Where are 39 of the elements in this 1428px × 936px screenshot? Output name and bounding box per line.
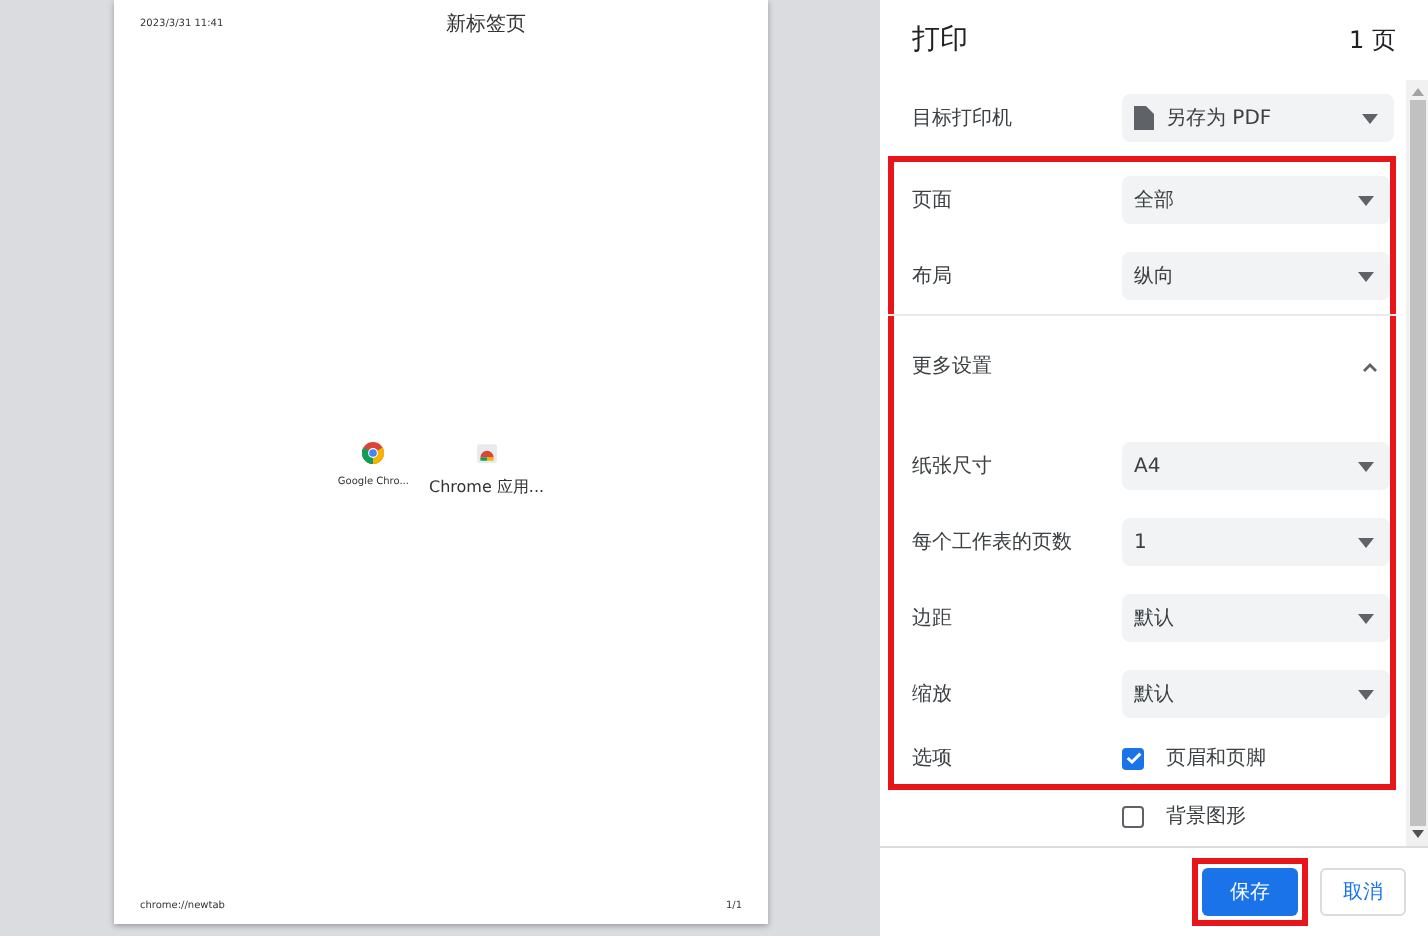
setting-select[interactable]: 另存为 PDF: [1122, 94, 1394, 142]
app-label: Chrome 应用...: [429, 475, 545, 497]
checkbox-label: 背景图形: [1166, 803, 1246, 830]
setting-select[interactable]: 1: [1122, 518, 1390, 566]
setting-label: 缩放: [912, 681, 954, 708]
page-count: 1 页: [1349, 23, 1396, 57]
cancel-button[interactable]: 取消: [1320, 868, 1406, 916]
checkbox-label: 页眉和页脚: [1166, 745, 1266, 772]
setting-select[interactable]: 默认: [1122, 670, 1390, 718]
dropdown-caret-icon: [1358, 613, 1374, 623]
more-settings-toggle[interactable]: 更多设置: [912, 352, 1122, 380]
dropdown-caret-icon: [1362, 113, 1378, 123]
checkbox[interactable]: [1122, 747, 1144, 769]
setting-label: 边距: [912, 605, 954, 632]
header-title: 新标签页: [446, 11, 526, 38]
save-button[interactable]: 保存: [1202, 868, 1298, 916]
setting-label: 布局: [912, 264, 954, 290]
setting-select[interactable]: 默认: [1122, 594, 1390, 642]
dropdown-caret-icon: [1358, 461, 1374, 471]
setting-label: 选项: [912, 745, 954, 772]
scroll-down-icon[interactable]: [1411, 830, 1423, 838]
print-title: 打印: [912, 22, 968, 58]
dropdown-caret-icon: [1358, 537, 1374, 547]
setting-select[interactable]: A4: [1122, 442, 1390, 490]
document-icon: [1134, 106, 1154, 130]
setting-label: 纸张尺寸: [912, 453, 994, 480]
chevron-up-icon[interactable]: [1362, 361, 1378, 371]
dropdown-caret-icon: [1358, 689, 1374, 699]
checkbox[interactable]: [1122, 805, 1144, 827]
setting-select[interactable]: 纵向: [1122, 252, 1390, 300]
setting-select[interactable]: 全部: [1122, 176, 1390, 224]
dropdown-caret-icon: [1358, 271, 1374, 281]
dropdown-caret-icon: [1358, 195, 1374, 205]
chrome-logo-icon: [362, 441, 385, 463]
web-store-icon: [475, 441, 498, 463]
scrollbar[interactable]: [1406, 80, 1428, 846]
setting-label: 目标打印机: [912, 105, 1014, 132]
setting-label: 每个工作表的页数: [912, 529, 1074, 556]
setting-label: 页面: [912, 188, 954, 214]
